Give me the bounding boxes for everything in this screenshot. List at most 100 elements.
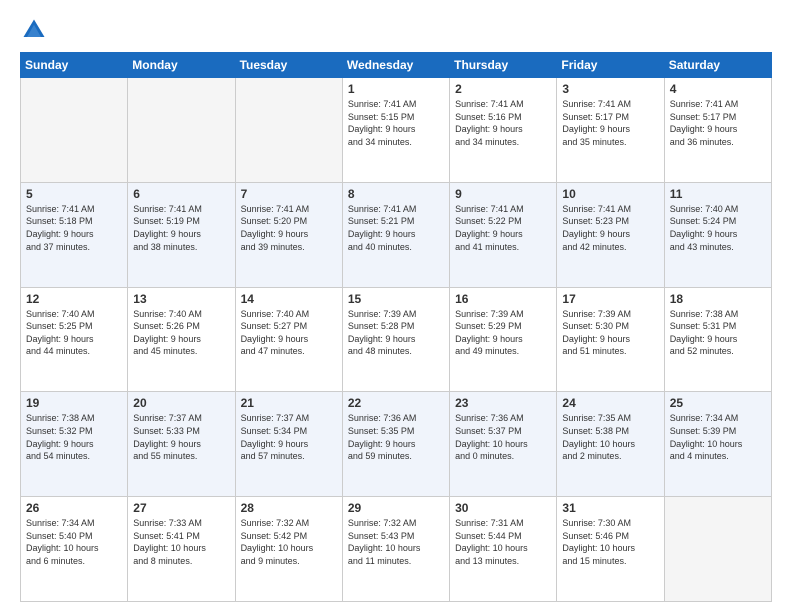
day-info: Sunrise: 7:37 AM Sunset: 5:34 PM Dayligh… bbox=[241, 412, 337, 462]
day-number: 1 bbox=[348, 82, 444, 96]
day-info: Sunrise: 7:41 AM Sunset: 5:20 PM Dayligh… bbox=[241, 203, 337, 253]
calendar-cell: 28 Sunrise: 7:32 AM Sunset: 5:42 PM Dayli… bbox=[235, 497, 342, 602]
day-number: 6 bbox=[133, 187, 229, 201]
day-info: Sunrise: 7:38 AM Sunset: 5:32 PM Dayligh… bbox=[26, 412, 122, 462]
calendar-week-row: 5 Sunrise: 7:41 AM Sunset: 5:18 PM Daylig… bbox=[21, 182, 772, 287]
calendar-cell: 8 Sunrise: 7:41 AM Sunset: 5:21 PM Daylig… bbox=[342, 182, 449, 287]
day-number: 25 bbox=[670, 396, 766, 410]
calendar-cell: 30 Sunrise: 7:31 AM Sunset: 5:44 PM Dayli… bbox=[450, 497, 557, 602]
day-info: Sunrise: 7:36 AM Sunset: 5:37 PM Dayligh… bbox=[455, 412, 551, 462]
day-info: Sunrise: 7:35 AM Sunset: 5:38 PM Dayligh… bbox=[562, 412, 658, 462]
day-info: Sunrise: 7:33 AM Sunset: 5:41 PM Dayligh… bbox=[133, 517, 229, 567]
day-number: 15 bbox=[348, 292, 444, 306]
day-number: 14 bbox=[241, 292, 337, 306]
day-info: Sunrise: 7:41 AM Sunset: 5:17 PM Dayligh… bbox=[562, 98, 658, 148]
day-info: Sunrise: 7:31 AM Sunset: 5:44 PM Dayligh… bbox=[455, 517, 551, 567]
weekday-header-thursday: Thursday bbox=[450, 53, 557, 78]
calendar-week-row: 12Sunrise: 7:40 AM Sunset: 5:25 PM Dayli… bbox=[21, 287, 772, 392]
day-info: Sunrise: 7:40 AM Sunset: 5:26 PM Dayligh… bbox=[133, 308, 229, 358]
calendar-cell: 14 Sunrise: 7:40 AM Sunset: 5:27 PM Dayli… bbox=[235, 287, 342, 392]
calendar-cell: 9 Sunrise: 7:41 AM Sunset: 5:22 PM Daylig… bbox=[450, 182, 557, 287]
day-number: 20 bbox=[133, 396, 229, 410]
calendar-cell: 7Sunrise: 7:41 AM Sunset: 5:20 PM Daylig… bbox=[235, 182, 342, 287]
day-number: 17 bbox=[562, 292, 658, 306]
day-info: Sunrise: 7:41 AM Sunset: 5:18 PM Dayligh… bbox=[26, 203, 122, 253]
day-number: 8 bbox=[348, 187, 444, 201]
calendar-cell bbox=[235, 78, 342, 183]
day-info: Sunrise: 7:39 AM Sunset: 5:30 PM Dayligh… bbox=[562, 308, 658, 358]
calendar-cell: 27 Sunrise: 7:33 AM Sunset: 5:41 PM Dayli… bbox=[128, 497, 235, 602]
day-number: 13 bbox=[133, 292, 229, 306]
day-info: Sunrise: 7:39 AM Sunset: 5:28 PM Dayligh… bbox=[348, 308, 444, 358]
day-info: Sunrise: 7:39 AM Sunset: 5:29 PM Dayligh… bbox=[455, 308, 551, 358]
calendar-cell: 15 Sunrise: 7:39 AM Sunset: 5:28 PM Dayli… bbox=[342, 287, 449, 392]
day-number: 22 bbox=[348, 396, 444, 410]
day-info: Sunrise: 7:41 AM Sunset: 5:19 PM Dayligh… bbox=[133, 203, 229, 253]
day-number: 28 bbox=[241, 501, 337, 515]
weekday-header-sunday: Sunday bbox=[21, 53, 128, 78]
calendar-cell: 6 Sunrise: 7:41 AM Sunset: 5:19 PM Daylig… bbox=[128, 182, 235, 287]
calendar-cell: 18 Sunrise: 7:38 AM Sunset: 5:31 PM Dayli… bbox=[664, 287, 771, 392]
calendar-cell: 3 Sunrise: 7:41 AM Sunset: 5:17 PM Daylig… bbox=[557, 78, 664, 183]
day-info: Sunrise: 7:34 AM Sunset: 5:39 PM Dayligh… bbox=[670, 412, 766, 462]
logo bbox=[20, 16, 52, 44]
day-number: 5 bbox=[26, 187, 122, 201]
calendar-cell: 21Sunrise: 7:37 AM Sunset: 5:34 PM Dayli… bbox=[235, 392, 342, 497]
calendar-cell: 26Sunrise: 7:34 AM Sunset: 5:40 PM Dayli… bbox=[21, 497, 128, 602]
calendar-cell: 22 Sunrise: 7:36 AM Sunset: 5:35 PM Dayli… bbox=[342, 392, 449, 497]
day-info: Sunrise: 7:36 AM Sunset: 5:35 PM Dayligh… bbox=[348, 412, 444, 462]
calendar-cell: 17 Sunrise: 7:39 AM Sunset: 5:30 PM Dayli… bbox=[557, 287, 664, 392]
calendar-week-row: 19Sunrise: 7:38 AM Sunset: 5:32 PM Dayli… bbox=[21, 392, 772, 497]
calendar-cell: 11 Sunrise: 7:40 AM Sunset: 5:24 PM Dayli… bbox=[664, 182, 771, 287]
calendar-cell: 25 Sunrise: 7:34 AM Sunset: 5:39 PM Dayli… bbox=[664, 392, 771, 497]
calendar-cell: 20 Sunrise: 7:37 AM Sunset: 5:33 PM Dayli… bbox=[128, 392, 235, 497]
weekday-header-friday: Friday bbox=[557, 53, 664, 78]
day-number: 29 bbox=[348, 501, 444, 515]
day-number: 30 bbox=[455, 501, 551, 515]
day-number: 11 bbox=[670, 187, 766, 201]
calendar-week-row: 1 Sunrise: 7:41 AM Sunset: 5:15 PM Daylig… bbox=[21, 78, 772, 183]
weekday-header-monday: Monday bbox=[128, 53, 235, 78]
header bbox=[20, 16, 772, 44]
calendar-cell: 16Sunrise: 7:39 AM Sunset: 5:29 PM Dayli… bbox=[450, 287, 557, 392]
calendar-cell bbox=[664, 497, 771, 602]
day-info: Sunrise: 7:32 AM Sunset: 5:43 PM Dayligh… bbox=[348, 517, 444, 567]
weekday-header-saturday: Saturday bbox=[664, 53, 771, 78]
calendar-cell: 2Sunrise: 7:41 AM Sunset: 5:16 PM Daylig… bbox=[450, 78, 557, 183]
calendar-cell: 13 Sunrise: 7:40 AM Sunset: 5:26 PM Dayli… bbox=[128, 287, 235, 392]
calendar-cell: 24 Sunrise: 7:35 AM Sunset: 5:38 PM Dayli… bbox=[557, 392, 664, 497]
calendar-cell bbox=[128, 78, 235, 183]
day-number: 27 bbox=[133, 501, 229, 515]
calendar-cell: 31 Sunrise: 7:30 AM Sunset: 5:46 PM Dayli… bbox=[557, 497, 664, 602]
calendar-week-row: 26Sunrise: 7:34 AM Sunset: 5:40 PM Dayli… bbox=[21, 497, 772, 602]
calendar-table: SundayMondayTuesdayWednesdayThursdayFrid… bbox=[20, 52, 772, 602]
day-number: 9 bbox=[455, 187, 551, 201]
day-number: 4 bbox=[670, 82, 766, 96]
day-info: Sunrise: 7:30 AM Sunset: 5:46 PM Dayligh… bbox=[562, 517, 658, 567]
day-info: Sunrise: 7:38 AM Sunset: 5:31 PM Dayligh… bbox=[670, 308, 766, 358]
page: SundayMondayTuesdayWednesdayThursdayFrid… bbox=[0, 0, 792, 612]
day-info: Sunrise: 7:41 AM Sunset: 5:15 PM Dayligh… bbox=[348, 98, 444, 148]
calendar-cell: 23Sunrise: 7:36 AM Sunset: 5:37 PM Dayli… bbox=[450, 392, 557, 497]
day-info: Sunrise: 7:32 AM Sunset: 5:42 PM Dayligh… bbox=[241, 517, 337, 567]
day-number: 31 bbox=[562, 501, 658, 515]
weekday-header-wednesday: Wednesday bbox=[342, 53, 449, 78]
day-number: 12 bbox=[26, 292, 122, 306]
weekday-header-tuesday: Tuesday bbox=[235, 53, 342, 78]
day-info: Sunrise: 7:34 AM Sunset: 5:40 PM Dayligh… bbox=[26, 517, 122, 567]
day-number: 3 bbox=[562, 82, 658, 96]
day-info: Sunrise: 7:40 AM Sunset: 5:24 PM Dayligh… bbox=[670, 203, 766, 253]
logo-icon bbox=[20, 16, 48, 44]
calendar-cell: 4 Sunrise: 7:41 AM Sunset: 5:17 PM Daylig… bbox=[664, 78, 771, 183]
day-number: 24 bbox=[562, 396, 658, 410]
day-info: Sunrise: 7:41 AM Sunset: 5:23 PM Dayligh… bbox=[562, 203, 658, 253]
day-number: 18 bbox=[670, 292, 766, 306]
calendar-cell: 29 Sunrise: 7:32 AM Sunset: 5:43 PM Dayli… bbox=[342, 497, 449, 602]
calendar-cell: 10Sunrise: 7:41 AM Sunset: 5:23 PM Dayli… bbox=[557, 182, 664, 287]
day-info: Sunrise: 7:37 AM Sunset: 5:33 PM Dayligh… bbox=[133, 412, 229, 462]
day-info: Sunrise: 7:41 AM Sunset: 5:17 PM Dayligh… bbox=[670, 98, 766, 148]
day-info: Sunrise: 7:40 AM Sunset: 5:27 PM Dayligh… bbox=[241, 308, 337, 358]
day-info: Sunrise: 7:41 AM Sunset: 5:21 PM Dayligh… bbox=[348, 203, 444, 253]
calendar-cell: 12Sunrise: 7:40 AM Sunset: 5:25 PM Dayli… bbox=[21, 287, 128, 392]
day-info: Sunrise: 7:41 AM Sunset: 5:22 PM Dayligh… bbox=[455, 203, 551, 253]
